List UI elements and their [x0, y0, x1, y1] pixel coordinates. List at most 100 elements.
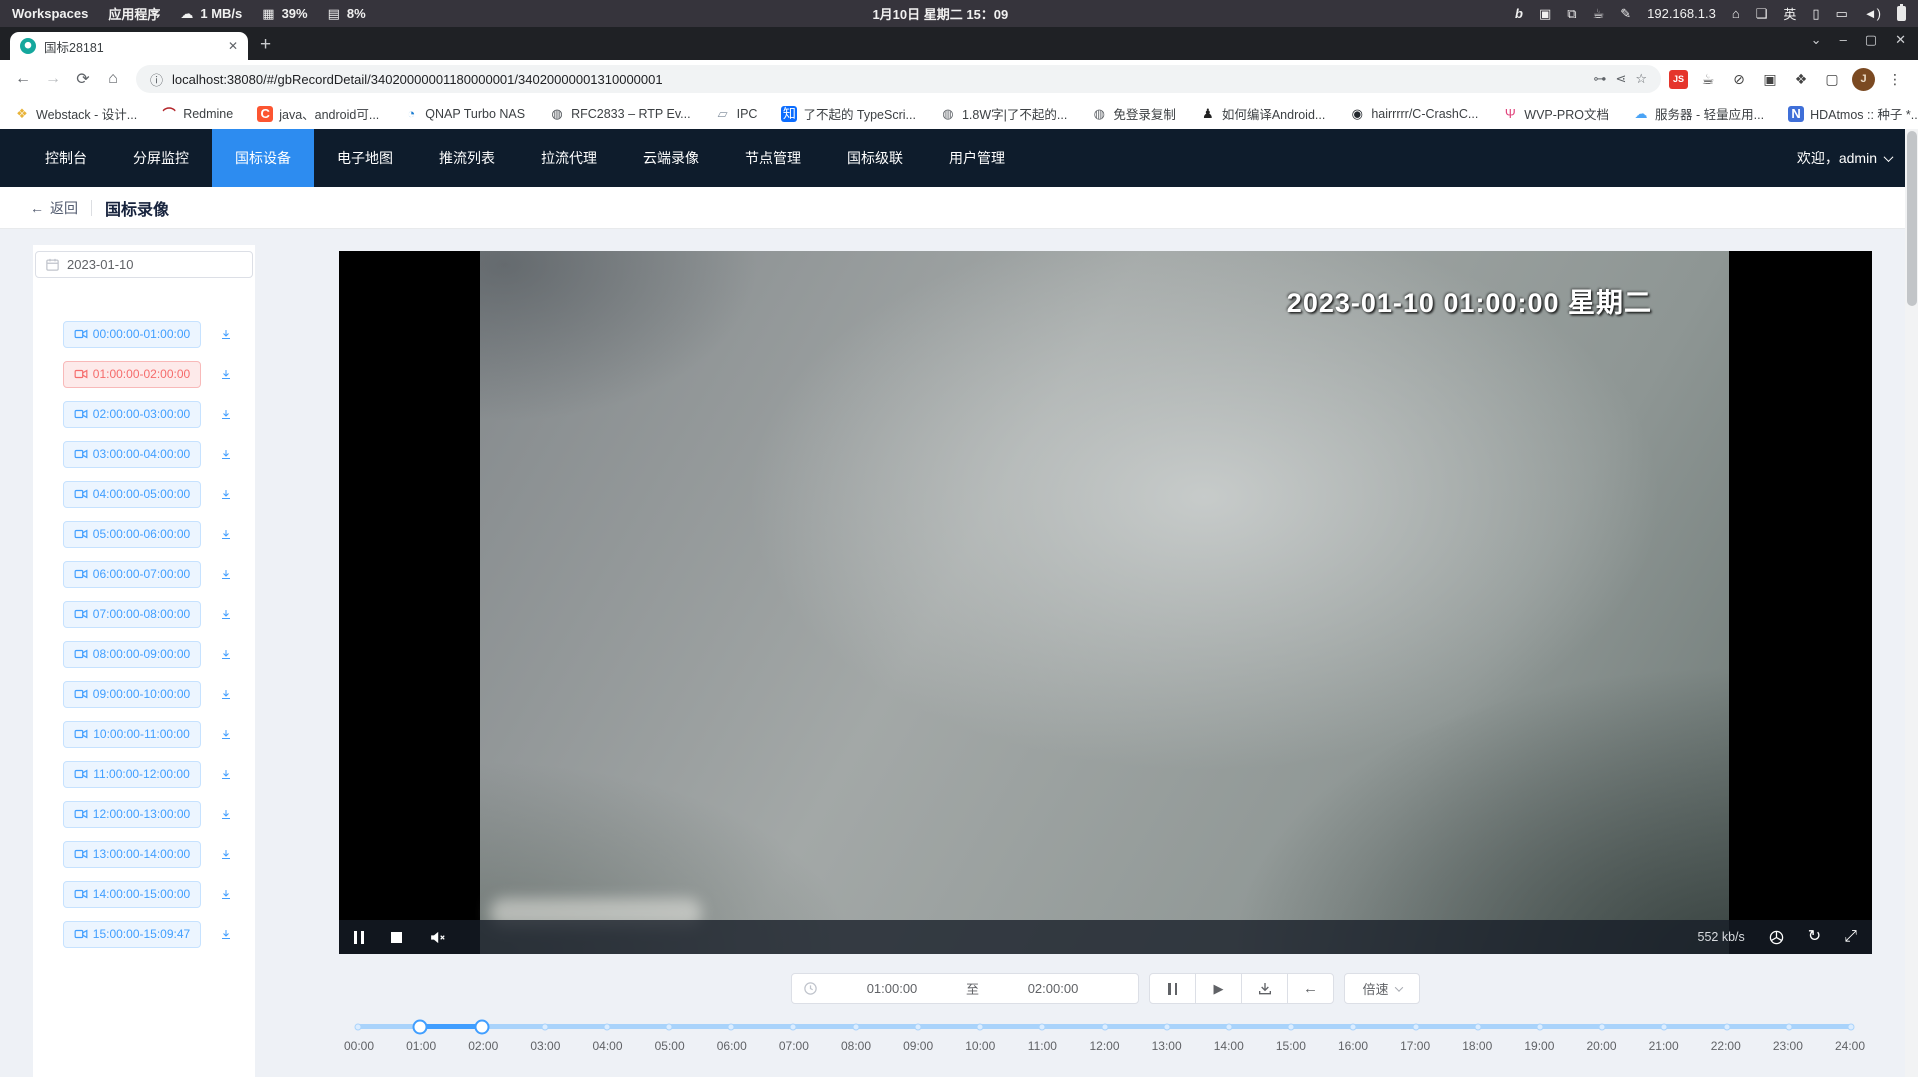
back-link[interactable]: ← 返回 — [30, 198, 78, 218]
phone-link-icon[interactable]: ▯ — [1812, 6, 1819, 22]
tab-close-icon[interactable]: ✕ — [228, 39, 238, 53]
snapshot-aperture-icon[interactable] — [1768, 929, 1785, 946]
download-icon[interactable] — [214, 522, 238, 546]
back-button[interactable]: ← — [8, 64, 38, 94]
display-tray-icon[interactable]: ▭ — [1836, 6, 1848, 22]
site-info-icon[interactable]: ⓘ — [150, 70, 163, 89]
download-icon[interactable] — [214, 802, 238, 826]
password-key-icon[interactable]: ⊶ — [1593, 71, 1606, 87]
extension-square-icon[interactable]: ▣ — [1759, 68, 1781, 90]
bookmark-item[interactable]: ☁ 服务器 - 轻量应用... — [1633, 104, 1764, 123]
record-range-button[interactable]: 07:00:00-08:00:00 — [63, 601, 201, 628]
record-range-button[interactable]: 02:00:00-03:00:00 — [63, 401, 201, 428]
fullscreen-icon[interactable]: ⤢ — [1844, 929, 1857, 945]
download-button[interactable] — [1241, 973, 1288, 1004]
extension-cup-icon[interactable]: ☕ — [1697, 68, 1719, 90]
new-tab-button[interactable]: + — [260, 34, 271, 56]
record-range-button[interactable]: 09:00:00-10:00:00 — [63, 681, 201, 708]
bookmark-item[interactable]: ❖ Webstack - 设计... — [14, 104, 137, 123]
timeline-start-handle[interactable] — [413, 1019, 428, 1034]
mute-icon[interactable] — [429, 929, 446, 946]
window-maximize-button[interactable]: ▢ — [1865, 32, 1877, 48]
video-player[interactable]: 2023-01-10 01:00:00 星期二 552 kb/s ↻ ⤢ — [339, 251, 1872, 954]
nav-item[interactable]: 分屏监控 — [110, 129, 212, 187]
window-minimize-button[interactable]: – — [1840, 32, 1847, 48]
coffee-tray-icon[interactable]: ☕ — [1593, 6, 1605, 22]
tab-search-chevron-icon[interactable]: ⌄ — [1811, 32, 1822, 48]
download-icon[interactable] — [214, 482, 238, 506]
battery-icon[interactable] — [1897, 6, 1906, 21]
applications-button[interactable]: 应用程序 — [108, 4, 160, 23]
page-scrollbar[interactable] — [1905, 129, 1918, 1077]
forward-button[interactable]: → — [38, 64, 68, 94]
download-icon[interactable] — [214, 402, 238, 426]
download-icon[interactable] — [214, 642, 238, 666]
download-icon[interactable] — [214, 562, 238, 586]
record-range-button[interactable]: 10:00:00-11:00:00 — [63, 721, 201, 748]
nav-item[interactable]: 国标级联 — [824, 129, 926, 187]
screenshot-tray-icon[interactable]: ▣ — [1539, 6, 1551, 22]
stop-icon[interactable] — [391, 932, 402, 943]
bookmark-item[interactable]: ◉ hairrrrr/C-CrashC... — [1349, 106, 1478, 122]
browser-home-button[interactable]: ⌂ — [98, 64, 128, 94]
record-range-button[interactable]: 05:00:00-06:00:00 — [63, 521, 201, 548]
ip-address[interactable]: 192.168.1.3 — [1647, 6, 1716, 21]
bookmark-star-icon[interactable]: ☆ — [1635, 71, 1647, 87]
nav-item[interactable]: 国标设备 — [212, 129, 314, 187]
record-range-button[interactable]: 01:00:00-02:00:00 — [63, 361, 201, 388]
nav-item[interactable]: 节点管理 — [722, 129, 824, 187]
pause-icon[interactable] — [354, 931, 364, 944]
address-bar[interactable]: ⓘ localhost:38080/#/gbRecordDetail/34020… — [136, 65, 1661, 93]
bookmark-item[interactable]: ◍ 免登录复制 — [1091, 104, 1176, 123]
download-icon[interactable] — [214, 882, 238, 906]
input-language-badge[interactable]: 英 — [1783, 4, 1796, 23]
record-range-button[interactable]: 08:00:00-09:00:00 — [63, 641, 201, 668]
record-range-button[interactable]: 00:00:00-01:00:00 — [63, 321, 201, 348]
bookmark-item[interactable]: ◍ RFC2833 – RTP Ev... — [549, 106, 691, 122]
bookmark-item[interactable]: C java、android可... — [257, 104, 379, 123]
record-range-button[interactable]: 13:00:00-14:00:00 — [63, 841, 201, 868]
reload-button[interactable]: ⟳ — [68, 64, 98, 94]
timeline-track[interactable] — [358, 1024, 1851, 1029]
extension-frame-icon[interactable]: ▢ — [1821, 68, 1843, 90]
bookmark-item[interactable]: ◔ QNAP Turbo NAS — [403, 106, 525, 121]
window-close-button[interactable]: ✕ — [1895, 32, 1906, 48]
workspace-switcher-icon[interactable]: ❏ — [1756, 6, 1768, 22]
browser-menu-kebab-icon[interactable]: ⋮ — [1884, 68, 1906, 90]
record-range-button[interactable]: 12:00:00-13:00:00 — [63, 801, 201, 828]
seek-to-position-button[interactable]: ← — [1287, 973, 1334, 1004]
profile-avatar[interactable]: J — [1852, 68, 1875, 91]
timeline-end-handle[interactable] — [475, 1019, 490, 1034]
download-icon[interactable] — [214, 602, 238, 626]
download-icon[interactable] — [214, 922, 238, 946]
nav-item[interactable]: 用户管理 — [926, 129, 1028, 187]
download-icon[interactable] — [214, 682, 238, 706]
download-icon[interactable] — [214, 362, 238, 386]
clipboard-tray-icon[interactable]: ⧉ — [1567, 6, 1576, 22]
bookmark-item[interactable]: N HDAtmos :: 种子 *... — [1788, 104, 1918, 123]
workspaces-button[interactable]: Workspaces — [12, 6, 88, 21]
bookmark-item[interactable]: ⌒ Redmine — [161, 104, 233, 123]
end-time-value[interactable]: 02:00:00 — [979, 981, 1127, 996]
nav-item[interactable]: 拉流代理 — [518, 129, 620, 187]
nav-item[interactable]: 云端录像 — [620, 129, 722, 187]
playback-speed-dropdown[interactable]: 倍速 — [1344, 973, 1420, 1004]
bookmark-item[interactable]: ▱ IPC — [715, 106, 758, 122]
play-button[interactable]: ▶ — [1195, 973, 1242, 1004]
record-range-button[interactable]: 04:00:00-05:00:00 — [63, 481, 201, 508]
color-picker-tray-icon[interactable]: ✎ — [1620, 6, 1631, 22]
download-icon[interactable] — [214, 842, 238, 866]
url-text[interactable]: localhost:38080/#/gbRecordDetail/3402000… — [172, 72, 1584, 87]
download-icon[interactable] — [214, 442, 238, 466]
download-icon[interactable] — [214, 762, 238, 786]
download-icon[interactable] — [214, 322, 238, 346]
refresh-icon[interactable]: ↻ — [1808, 929, 1821, 945]
bookmark-item[interactable]: ♟ 如何编译Android... — [1200, 104, 1326, 123]
record-range-button[interactable]: 11:00:00-12:00:00 — [63, 761, 201, 788]
volume-icon[interactable]: ◄) — [1864, 6, 1881, 21]
extension-adblock-icon[interactable]: ⊘ — [1728, 68, 1750, 90]
start-time-value[interactable]: 01:00:00 — [818, 981, 966, 996]
share-icon[interactable]: ⋖ — [1615, 71, 1626, 87]
home-tray-icon[interactable]: ⌂ — [1732, 6, 1740, 21]
scrollbar-thumb[interactable] — [1907, 131, 1917, 306]
